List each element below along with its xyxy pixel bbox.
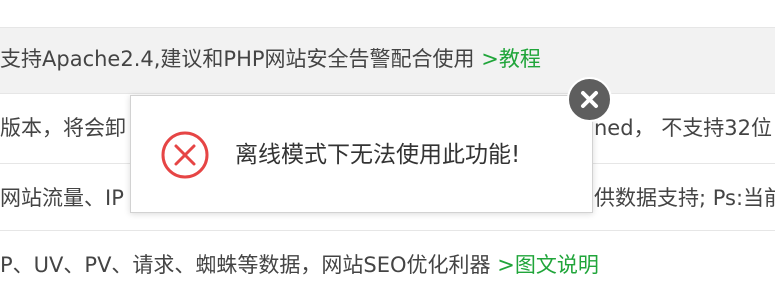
plugin-description-text: P、UV、PV、请求、蜘蛛等数据，网站SEO优化利器 [0,253,491,277]
tutorial-link[interactable]: >教程 [481,47,541,71]
plugin-description-text: 支持Apache2.4,建议和PHP网站安全告警配合使用 [0,47,475,71]
plugin-description-right: 供数据支持; Ps:当前 [594,186,775,210]
plugin-description-left: 版本，将会卸 [0,116,126,140]
graphic-guide-link[interactable]: >图文说明 [497,253,599,277]
plugin-description-right: ned， 不支持32位 [594,116,772,140]
close-button[interactable] [567,77,612,122]
plugin-row: 支持Apache2.4,建议和PHP网站安全告警配合使用 >教程 [0,27,775,94]
plugin-description: P、UV、PV、请求、蜘蛛等数据，网站SEO优化利器 >图文说明 [0,251,599,279]
close-icon [581,91,598,108]
plugin-description-left: 网站流量、IP [0,186,124,210]
offline-mode-dialog: 离线模式下无法使用此功能! [130,95,593,213]
plugin-description: 支持Apache2.4,建议和PHP网站安全告警配合使用 >教程 [0,45,541,73]
plugin-list-page: 支持Apache2.4,建议和PHP网站安全告警配合使用 >教程 版本，将会卸 … [0,0,775,292]
plugin-row: P、UV、PV、请求、蜘蛛等数据，网站SEO优化利器 >图文说明 [0,231,775,292]
error-x-icon [159,129,211,181]
dialog-message: 离线模式下无法使用此功能! [235,142,521,168]
